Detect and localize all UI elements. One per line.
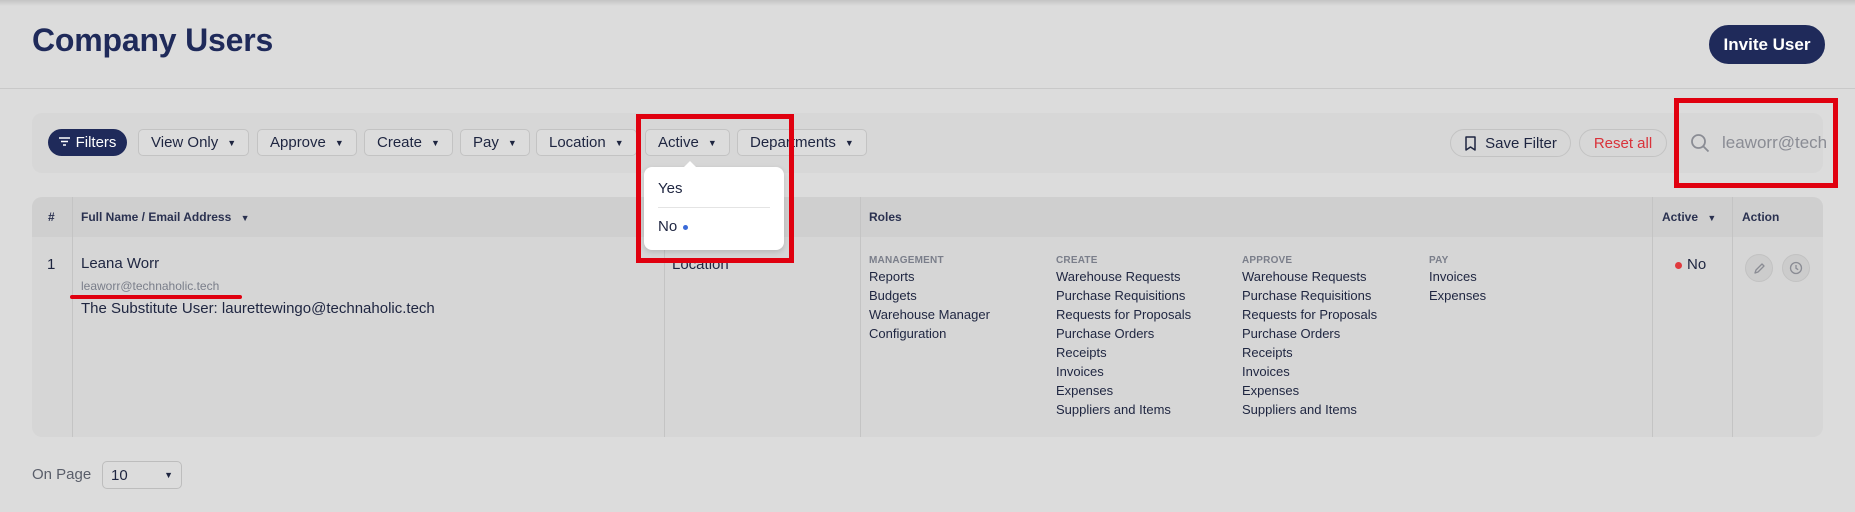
email-underline bbox=[70, 295, 242, 299]
save-filter-label: Save Filter bbox=[1485, 134, 1557, 152]
role-heading-management: MANAGEMENT bbox=[869, 255, 944, 266]
role-item: Warehouse Requests bbox=[1056, 269, 1181, 284]
role-item: Purchase Requisitions bbox=[1056, 288, 1186, 303]
chevron-down-icon: ▼ bbox=[507, 137, 517, 148]
role-item: Reports bbox=[869, 269, 915, 284]
on-page-label: On Page bbox=[32, 466, 92, 483]
pay-filter-label: Pay bbox=[473, 134, 499, 151]
role-item: Budgets bbox=[869, 288, 917, 303]
page-title: Company Users bbox=[32, 22, 274, 58]
role-item: Purchase Orders bbox=[1242, 326, 1341, 341]
role-item: Expenses bbox=[1242, 383, 1300, 398]
reset-all-button[interactable]: Reset all bbox=[1579, 129, 1667, 157]
column-divider bbox=[72, 197, 73, 437]
bookmark-icon bbox=[1465, 135, 1476, 151]
role-item: Requests for Proposals bbox=[1056, 307, 1192, 322]
chevron-down-icon: ▼ bbox=[334, 137, 344, 148]
highlight-box-search bbox=[1674, 98, 1838, 188]
filters-label: Filters bbox=[75, 134, 117, 151]
row-number: 1 bbox=[47, 256, 56, 273]
role-item: Invoices bbox=[1242, 364, 1290, 379]
chevron-down-icon: ▼ bbox=[164, 470, 173, 480]
location-filter[interactable]: Location ▼ bbox=[536, 129, 637, 156]
user-email: leaworr@technaholic.tech bbox=[81, 279, 220, 293]
role-item: Purchase Orders bbox=[1056, 326, 1155, 341]
chevron-down-icon: ▼ bbox=[240, 213, 250, 223]
approve-filter[interactable]: Approve ▼ bbox=[257, 129, 357, 156]
role-item: Suppliers and Items bbox=[1242, 402, 1357, 417]
history-button[interactable] bbox=[1782, 254, 1810, 282]
header-divider bbox=[0, 88, 1855, 89]
col-number: # bbox=[48, 210, 55, 224]
role-item: Expenses bbox=[1429, 288, 1487, 303]
role-item: Receipts bbox=[1242, 345, 1293, 360]
top-shadow bbox=[0, 0, 1855, 6]
role-item: Purchase Requisitions bbox=[1242, 288, 1372, 303]
page-size-value: 10 bbox=[111, 466, 128, 484]
role-item: Invoices bbox=[1429, 269, 1477, 284]
pay-filter[interactable]: Pay ▼ bbox=[460, 129, 530, 156]
view-only-filter-label: View Only bbox=[151, 134, 219, 151]
view-only-filter[interactable]: View Only ▼ bbox=[138, 129, 250, 156]
col-action: Action bbox=[1742, 210, 1780, 224]
chevron-down-icon: ▼ bbox=[431, 137, 440, 148]
location-filter-label: Location bbox=[549, 134, 606, 151]
role-heading-approve: APPROVE bbox=[1242, 255, 1293, 266]
role-item: Expenses bbox=[1056, 383, 1114, 398]
active-status: No bbox=[1675, 256, 1706, 273]
edit-button[interactable] bbox=[1745, 254, 1773, 282]
filters-button[interactable]: Filters bbox=[48, 129, 127, 156]
role-item: Warehouse Manager bbox=[869, 307, 990, 322]
role-item: Warehouse Requests bbox=[1242, 269, 1367, 284]
table-header bbox=[32, 197, 1823, 237]
status-dot bbox=[1675, 261, 1682, 269]
invite-user-button[interactable]: Invite User bbox=[1709, 25, 1825, 64]
save-filter-button[interactable]: Save Filter bbox=[1450, 129, 1571, 157]
role-heading-pay: PAY bbox=[1429, 255, 1449, 266]
clock-icon bbox=[1789, 261, 1803, 275]
col-roles: Roles bbox=[869, 210, 902, 224]
col-name-header[interactable]: Full Name / Email Address ▼ bbox=[81, 210, 250, 224]
substitute-user: The Substitute User: laurettewingo@techn… bbox=[81, 300, 435, 317]
filter-icon bbox=[58, 136, 70, 149]
create-filter-label: Create bbox=[377, 134, 423, 151]
role-item: Requests for Proposals bbox=[1242, 307, 1378, 322]
page-size-select[interactable]: 10 ▼ bbox=[102, 461, 182, 489]
role-item: Suppliers and Items bbox=[1056, 402, 1171, 417]
highlight-box-active-filter bbox=[636, 114, 794, 263]
create-filter[interactable]: Create ▼ bbox=[364, 129, 453, 156]
column-divider bbox=[1732, 197, 1733, 437]
edit-icon bbox=[1753, 262, 1765, 274]
column-divider bbox=[1652, 197, 1653, 437]
role-item: Receipts bbox=[1056, 345, 1107, 360]
col-name-label: Full Name / Email Address bbox=[81, 210, 232, 224]
chevron-down-icon: ▼ bbox=[844, 137, 854, 148]
active-status-label: No bbox=[1687, 256, 1707, 273]
role-item: Configuration bbox=[869, 326, 947, 341]
column-divider bbox=[860, 197, 861, 437]
user-name[interactable]: Leana Worr bbox=[81, 255, 159, 272]
col-active-header[interactable]: Active ▼ bbox=[1662, 210, 1716, 224]
chevron-down-icon: ▼ bbox=[1707, 213, 1717, 223]
col-active-label: Active bbox=[1662, 210, 1699, 224]
chevron-down-icon: ▼ bbox=[227, 137, 237, 148]
role-heading-create: CREATE bbox=[1056, 255, 1098, 266]
approve-filter-label: Approve bbox=[270, 134, 326, 151]
role-item: Invoices bbox=[1056, 364, 1104, 379]
chevron-down-icon: ▼ bbox=[614, 137, 624, 148]
